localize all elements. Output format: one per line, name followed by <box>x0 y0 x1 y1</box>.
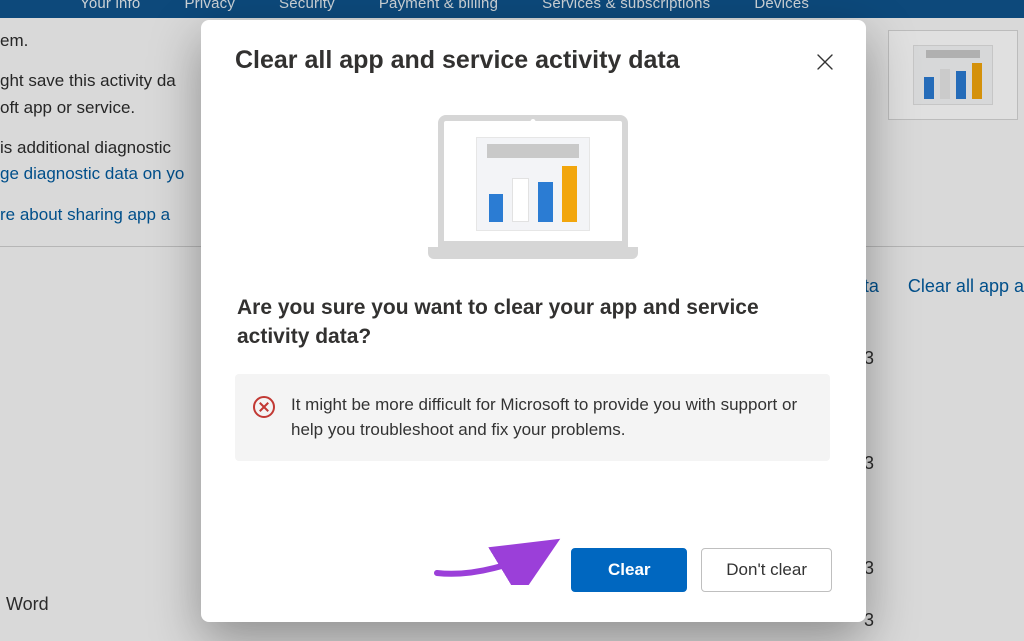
modal-button-row: Clear Don't clear <box>235 524 832 592</box>
illustration-wrapper <box>235 85 830 289</box>
clear-activity-modal: Clear all app and service activity data <box>201 20 866 622</box>
modal-scroll-area[interactable]: Are you sure you want to clear your app … <box>235 85 832 524</box>
laptop-icon <box>428 115 638 259</box>
clear-button[interactable]: Clear <box>571 548 687 592</box>
close-icon <box>817 54 833 76</box>
error-circle-icon <box>253 396 275 418</box>
warning-banner: It might be more difficult for Microsoft… <box>235 374 830 461</box>
bar-chart-icon <box>489 162 577 222</box>
dont-clear-button[interactable]: Don't clear <box>701 548 832 592</box>
chart-window-icon <box>476 137 590 231</box>
confirm-question: Are you sure you want to clear your app … <box>235 289 830 374</box>
warning-text: It might be more difficult for Microsoft… <box>291 395 797 440</box>
close-button[interactable] <box>806 46 844 84</box>
modal-title: Clear all app and service activity data <box>235 46 832 75</box>
